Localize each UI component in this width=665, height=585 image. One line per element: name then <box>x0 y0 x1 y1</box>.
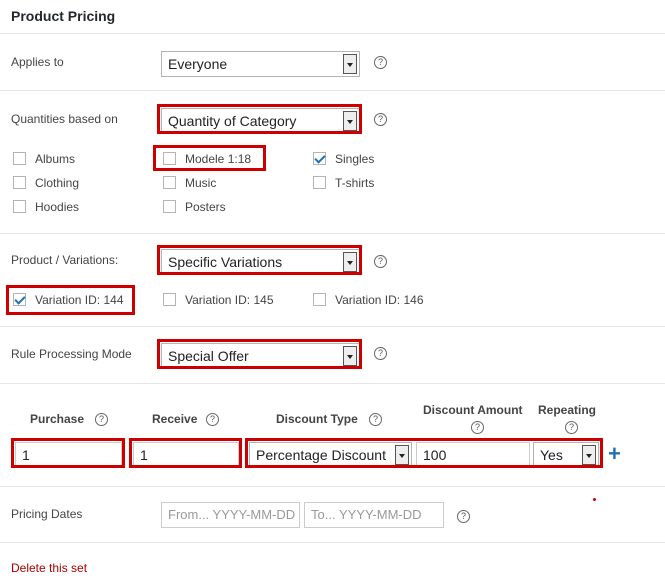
checkbox-singles[interactable] <box>313 152 326 165</box>
applies-to-value: Everyone <box>168 56 228 72</box>
category-label-tshirts: T-shirts <box>335 176 375 190</box>
purchase-header: Purchase <box>30 412 85 426</box>
divider <box>0 326 665 327</box>
variation-label-145: Variation ID: 145 <box>185 293 274 307</box>
category-label-clothing: Clothing <box>35 176 80 190</box>
help-icon[interactable]: ? <box>457 510 470 523</box>
divider <box>0 33 665 34</box>
highlight-box <box>6 285 135 315</box>
category-label-music: Music <box>185 176 217 190</box>
variations-label: Product / Variations: <box>11 253 119 267</box>
quantities-label: Quantities based on <box>11 112 118 126</box>
pricing-dates-label: Pricing Dates <box>11 507 83 521</box>
divider <box>0 542 665 543</box>
processing-label: Rule Processing Mode <box>11 347 132 361</box>
highlight-box <box>11 438 125 468</box>
checkbox-clothing[interactable] <box>13 176 26 189</box>
highlight-box <box>245 438 603 468</box>
highlight-box <box>157 104 362 134</box>
discount-amount-header: Discount Amount <box>423 403 523 417</box>
checkbox-music[interactable] <box>163 176 176 189</box>
section-title: Product Pricing <box>11 8 116 24</box>
chevron-down-icon <box>343 54 357 74</box>
checkbox-hoodies[interactable] <box>13 200 26 213</box>
help-icon[interactable]: ? <box>471 421 484 434</box>
divider <box>0 383 665 384</box>
checkbox-posters[interactable] <box>163 200 176 213</box>
add-row-icon[interactable]: + <box>608 443 621 465</box>
category-label-albums: Albums <box>35 152 76 166</box>
repeating-header: Repeating <box>538 403 597 417</box>
help-icon[interactable]: ? <box>374 347 387 360</box>
help-icon[interactable]: ? <box>565 421 578 434</box>
variation-label-146: Variation ID: 146 <box>335 293 424 307</box>
checkbox-tshirts[interactable] <box>313 176 326 189</box>
checkbox-variation-145[interactable] <box>163 293 176 306</box>
highlight-box <box>129 438 242 468</box>
applies-to-select[interactable]: Everyone <box>161 51 360 77</box>
divider <box>0 233 665 234</box>
help-icon[interactable]: ? <box>95 413 108 426</box>
help-icon[interactable]: ? <box>374 255 387 268</box>
divider <box>0 90 665 91</box>
help-icon[interactable]: ? <box>206 413 219 426</box>
divider <box>0 486 665 487</box>
category-label-posters: Posters <box>185 200 226 214</box>
category-label-hoodies: Hoodies <box>35 200 80 214</box>
delete-set-link[interactable]: Delete this set <box>11 561 87 575</box>
date-to-input[interactable]: To... YYYY-MM-DD <box>304 502 444 528</box>
red-dot <box>593 498 596 501</box>
checkbox-variation-146[interactable] <box>313 293 326 306</box>
help-icon[interactable]: ? <box>369 413 382 426</box>
category-label-singles: Singles <box>335 152 375 166</box>
help-icon[interactable]: ? <box>374 56 387 69</box>
receive-header: Receive <box>152 412 198 426</box>
checkbox-albums[interactable] <box>13 152 26 165</box>
highlight-box <box>157 339 362 369</box>
help-icon[interactable]: ? <box>374 113 387 126</box>
date-from-input[interactable]: From... YYYY-MM-DD <box>161 502 300 528</box>
discount-type-header: Discount Type <box>276 412 358 426</box>
highlight-box <box>157 245 362 275</box>
applies-to-label: Applies to <box>11 55 64 69</box>
highlight-box <box>153 145 266 171</box>
